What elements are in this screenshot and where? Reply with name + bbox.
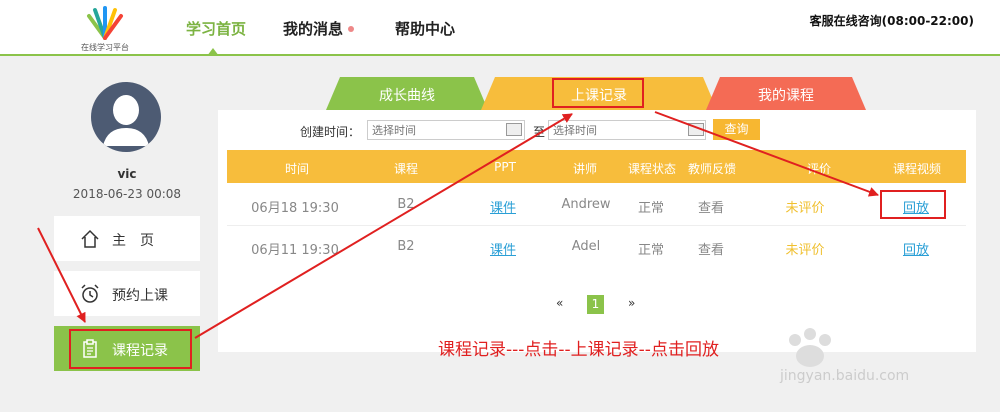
arrow-to-class-records-tab xyxy=(194,113,573,339)
baidu-paw-watermark-icon xyxy=(789,328,831,367)
arrow-to-replay xyxy=(654,111,879,197)
instruction-caption: 课程记录---点击--上课记录--点击回放 xyxy=(438,340,719,360)
arrow-to-course-records xyxy=(37,227,86,323)
watermark-url: jingyan.baidu.com xyxy=(780,368,910,384)
